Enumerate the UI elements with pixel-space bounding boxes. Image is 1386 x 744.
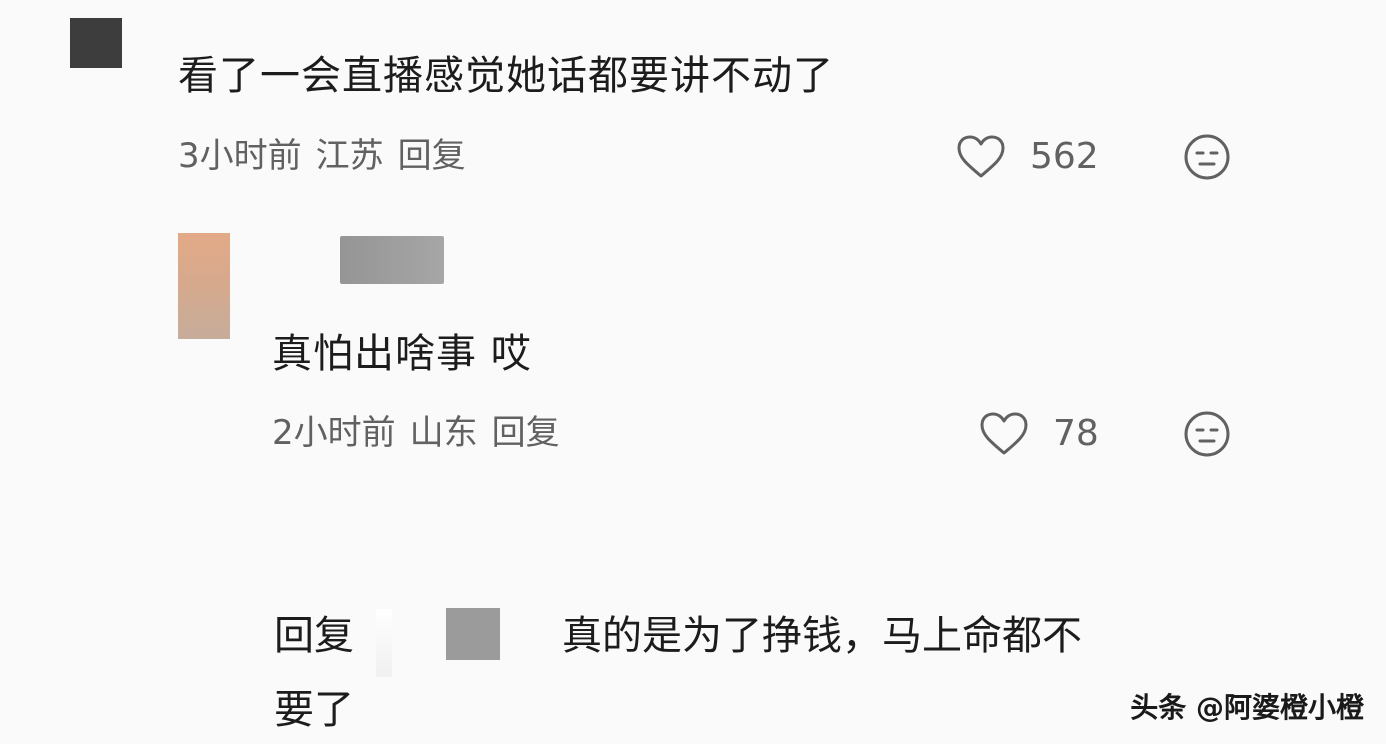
avatar[interactable] (70, 18, 122, 68)
comment-time: 3小时前 (178, 136, 302, 176)
face-icon[interactable] (1183, 133, 1231, 181)
comment-meta: 2小时前 山东 回复 (272, 413, 560, 453)
heart-icon (957, 135, 1005, 178)
comment-time: 2小时前 (272, 413, 396, 453)
comment-location: 山东 (409, 413, 478, 453)
reply-prefix: 回复 (274, 613, 354, 659)
username-redacted (376, 609, 392, 677)
comment-meta: 3小时前 江苏 回复 (178, 136, 466, 176)
comment-location: 江苏 (315, 136, 384, 176)
watermark: 头条 @阿婆橙小橙 (1130, 691, 1364, 724)
comment-text: 看了一会直播感觉她话都要讲不动了 (178, 53, 834, 99)
like-button[interactable]: 562 (956, 135, 1099, 179)
reply-text-continued: 要了 (274, 687, 354, 733)
username-redacted (340, 236, 444, 284)
comment-section: 看了一会直播感觉她话都要讲不动了 3小时前 江苏 回复 562 真怕出啥事 哎 2小… (0, 0, 1386, 744)
face-icon[interactable] (1183, 410, 1231, 458)
avatar-redacted (446, 608, 500, 660)
comment-text: 真怕出啥事 哎 (272, 331, 532, 377)
heart-icon (980, 412, 1028, 455)
reply-text: 真的是为了挣钱，马上命都不 (562, 613, 1082, 659)
reply-button[interactable]: 回复 (492, 413, 560, 453)
like-button[interactable]: 78 (979, 412, 1099, 456)
like-count: 562 (1030, 136, 1099, 177)
avatar[interactable] (178, 233, 230, 339)
like-count: 78 (1053, 413, 1099, 454)
reply-button[interactable]: 回复 (398, 136, 466, 176)
